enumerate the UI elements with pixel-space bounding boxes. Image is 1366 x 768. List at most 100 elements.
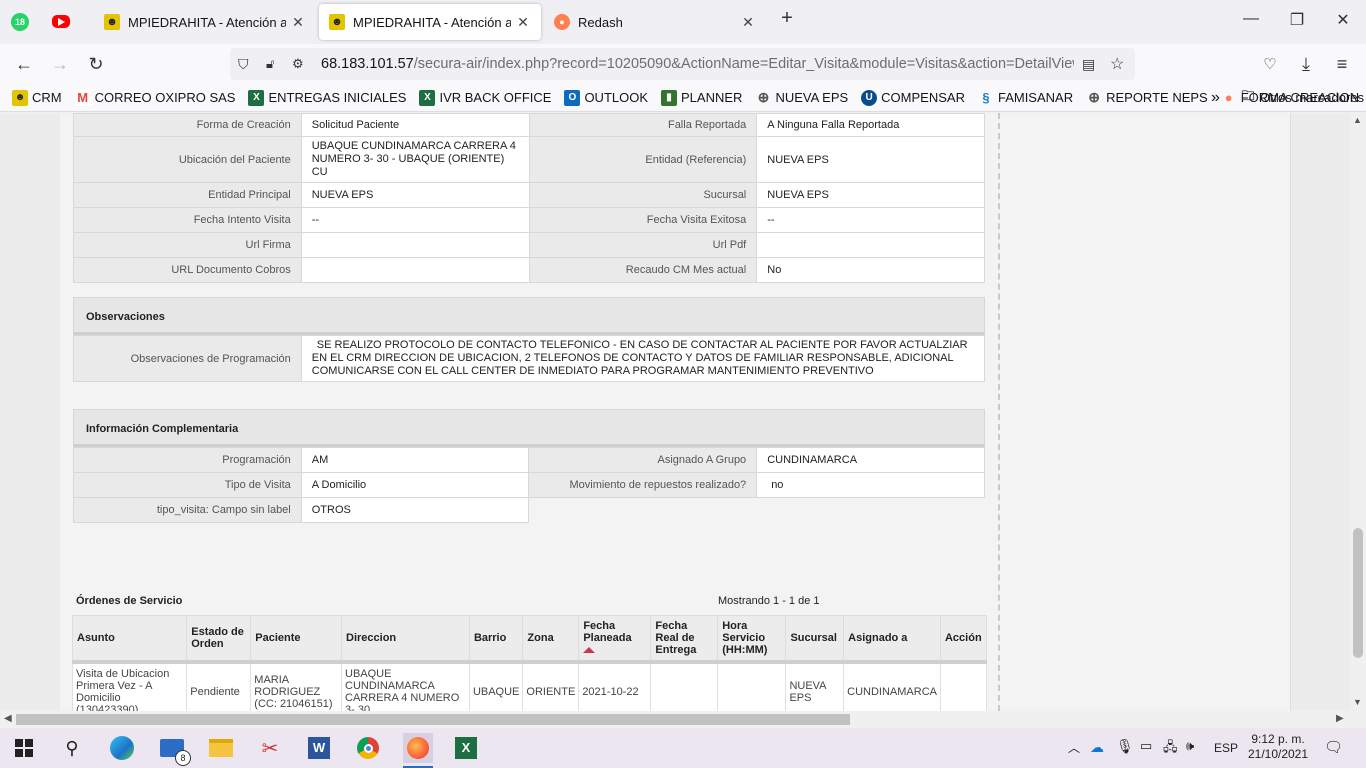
- pocket-icon[interactable]: ♡: [1258, 52, 1282, 76]
- url-cobros-link[interactable]: [300, 257, 530, 283]
- bookmark-ivr[interactable]: X IVR BACK OFFICE: [419, 89, 551, 106]
- bookmark-correo[interactable]: M CORREO OXIPRO SAS: [74, 89, 235, 106]
- horizontal-scroll-thumb[interactable]: [16, 714, 850, 725]
- section-complementaria-header: Información Complementaria: [73, 409, 985, 447]
- new-tab-icon[interactable]: +: [767, 7, 807, 30]
- col-header-hora-servicio[interactable]: Hora Servicio (HH:MM): [717, 615, 787, 664]
- mail-icon[interactable]: 8: [158, 734, 191, 766]
- snipping-tool-icon[interactable]: ✂: [256, 734, 284, 762]
- scroll-right-icon[interactable]: ▶: [1336, 713, 1344, 724]
- col-header-estado[interactable]: Estado de Orden: [186, 615, 252, 664]
- col-header-asignado[interactable]: Asignado a: [843, 615, 941, 664]
- onedrive-icon[interactable]: ☁: [1090, 739, 1104, 756]
- bookmark-crm[interactable]: ☻ CRM: [12, 89, 62, 106]
- col-header-paciente[interactable]: Paciente: [250, 615, 342, 664]
- col-header-fecha-planeada[interactable]: Fecha Planeada: [578, 615, 652, 664]
- col-header-direccion[interactable]: Direccion: [341, 615, 470, 664]
- col-header-fecha-real[interactable]: Fecha Real de Entrega: [650, 615, 719, 664]
- close-window-icon[interactable]: ✕: [1323, 10, 1363, 30]
- back-icon[interactable]: ←: [12, 52, 36, 76]
- excel-icon[interactable]: X: [452, 734, 480, 762]
- close-tab-icon[interactable]: ✕: [740, 14, 756, 31]
- url-pdf-link[interactable]: [756, 232, 985, 258]
- reader-view-icon[interactable]: ▤: [1082, 56, 1095, 73]
- bookmark-reporte-neps[interactable]: ⊕ REPORTE NEPS: [1086, 89, 1208, 106]
- bookmark-planner[interactable]: ▮ PLANNER: [661, 89, 742, 106]
- bookmark-famisanar[interactable]: § FAMISANAR: [978, 90, 1073, 106]
- firefox-icon[interactable]: [403, 733, 433, 763]
- col-header-sucursal[interactable]: Sucursal: [785, 615, 845, 664]
- edge-icon[interactable]: [108, 734, 136, 762]
- network-icon[interactable]: 🖧︎: [1163, 738, 1178, 760]
- file-explorer-icon[interactable]: [207, 734, 235, 762]
- right-column: [998, 113, 1290, 711]
- other-bookmarks[interactable]: 🗀︎ Otros marcadores: [1240, 88, 1365, 106]
- minimize-icon[interactable]: —: [1231, 10, 1271, 28]
- field-value: Solicitud Paciente: [300, 113, 530, 137]
- forward-icon[interactable]: →: [48, 52, 72, 76]
- col-header-barrio[interactable]: Barrio: [468, 615, 524, 664]
- scroll-up-icon[interactable]: ▲: [1353, 115, 1362, 125]
- col-header-asunto[interactable]: Asunto: [71, 615, 188, 664]
- windows-start-icon[interactable]: [10, 734, 38, 762]
- notifications-icon[interactable]: 🗨︎: [1324, 738, 1343, 756]
- tab-mpiedrahita-1[interactable]: ☻ MPIEDRAHITA - Atención al Usu ✕: [94, 4, 316, 40]
- excel-icon: X: [419, 89, 436, 106]
- clock[interactable]: 9:12 p. m. 21/10/2021: [1240, 732, 1316, 762]
- close-tab-icon[interactable]: ✕: [515, 14, 531, 31]
- col-header-zona[interactable]: Zona: [522, 615, 580, 664]
- permissions-icon[interactable]: ⚙: [292, 56, 304, 72]
- shield-icon[interactable]: ⛉: [238, 56, 249, 73]
- redash-icon: ●: [554, 14, 570, 30]
- field-label: Entidad Principal: [73, 182, 302, 208]
- cell-accion[interactable]: [939, 661, 988, 711]
- cell-barrio: UBAQUE: [468, 661, 524, 711]
- excel-icon: X: [248, 89, 265, 106]
- cell-asignado: CUNDINAMARCA: [843, 661, 941, 711]
- field-value: SE REALIZO PROTOCOLO DE CONTACTO TELEFON…: [300, 335, 986, 382]
- battery-icon[interactable]: ▭: [1140, 738, 1152, 754]
- restore-icon[interactable]: ❐: [1277, 10, 1317, 30]
- bookmark-nueva-eps[interactable]: ⊕ NUEVA EPS: [755, 89, 849, 106]
- field-label: Sucursal: [528, 182, 758, 208]
- downloads-icon[interactable]: ⤓: [1294, 52, 1318, 76]
- scroll-left-icon[interactable]: ◀: [4, 713, 12, 724]
- chrome-icon[interactable]: [354, 734, 382, 762]
- left-margin: [0, 113, 60, 711]
- tray-overflow-icon[interactable]: ︿: [1068, 739, 1080, 756]
- microphone-icon[interactable]: 🎙︎: [1116, 738, 1134, 755]
- url-firma-link[interactable]: [300, 232, 530, 258]
- search-icon[interactable]: ⚲: [58, 734, 86, 762]
- close-tab-icon[interactable]: ✕: [290, 14, 306, 31]
- word-icon[interactable]: W: [305, 734, 333, 762]
- youtube-icon[interactable]: [52, 15, 70, 28]
- bookmark-label: Otros marcadores: [1260, 90, 1365, 105]
- bookmark-compensar[interactable]: U COMPENSAR: [861, 89, 965, 106]
- whatsapp-icon[interactable]: 18: [11, 13, 29, 31]
- bookmark-entregas[interactable]: X ENTREGAS INICIALES: [248, 89, 406, 106]
- scroll-down-icon[interactable]: ▼: [1353, 697, 1362, 707]
- ordenes-count: Mostrando 1 - 1 de 1: [718, 595, 820, 607]
- horizontal-scrollbar[interactable]: ◀ ▶: [0, 711, 1366, 728]
- vertical-scroll-thumb[interactable]: [1353, 528, 1363, 658]
- url-path: /secura-air/index.php?record=10205090&Ac…: [413, 56, 1074, 72]
- url-bar[interactable]: ⛉ 🔓︎ ⚙ 68.183.101.57 /secura-air/index.p…: [230, 48, 1135, 80]
- reload-icon[interactable]: ↻: [84, 52, 108, 76]
- mail-badge: 8: [175, 750, 191, 766]
- insecure-lock-icon[interactable]: 🔓︎: [266, 56, 274, 72]
- vertical-scrollbar[interactable]: ▲ ▼: [1350, 113, 1366, 711]
- tab-mpiedrahita-2[interactable]: ☻ MPIEDRAHITA - Atención al Usu ✕: [319, 4, 541, 40]
- cell-asunto[interactable]: Visita de Ubicacion Primera Vez - A Domi…: [71, 661, 188, 711]
- bookmarks-bar: ☻ CRM M CORREO OXIPRO SAS X ENTREGAS INICIA…: [0, 84, 1366, 112]
- volume-icon[interactable]: 🕪︎: [1186, 738, 1194, 754]
- right-margin: [1290, 113, 1350, 711]
- bookmarks-overflow-icon[interactable]: »: [1211, 89, 1220, 107]
- language-indicator[interactable]: ESP: [1214, 741, 1238, 755]
- menu-icon[interactable]: ≡: [1330, 52, 1354, 76]
- empty-cell: [528, 497, 757, 523]
- bookmark-outlook[interactable]: O OUTLOOK: [564, 89, 648, 106]
- bookmark-star-icon[interactable]: ☆: [1110, 54, 1124, 74]
- globe-icon: ⊕: [757, 89, 770, 105]
- crm-icon: ☻: [104, 14, 120, 30]
- tab-redash[interactable]: ● Redash ✕: [544, 4, 766, 40]
